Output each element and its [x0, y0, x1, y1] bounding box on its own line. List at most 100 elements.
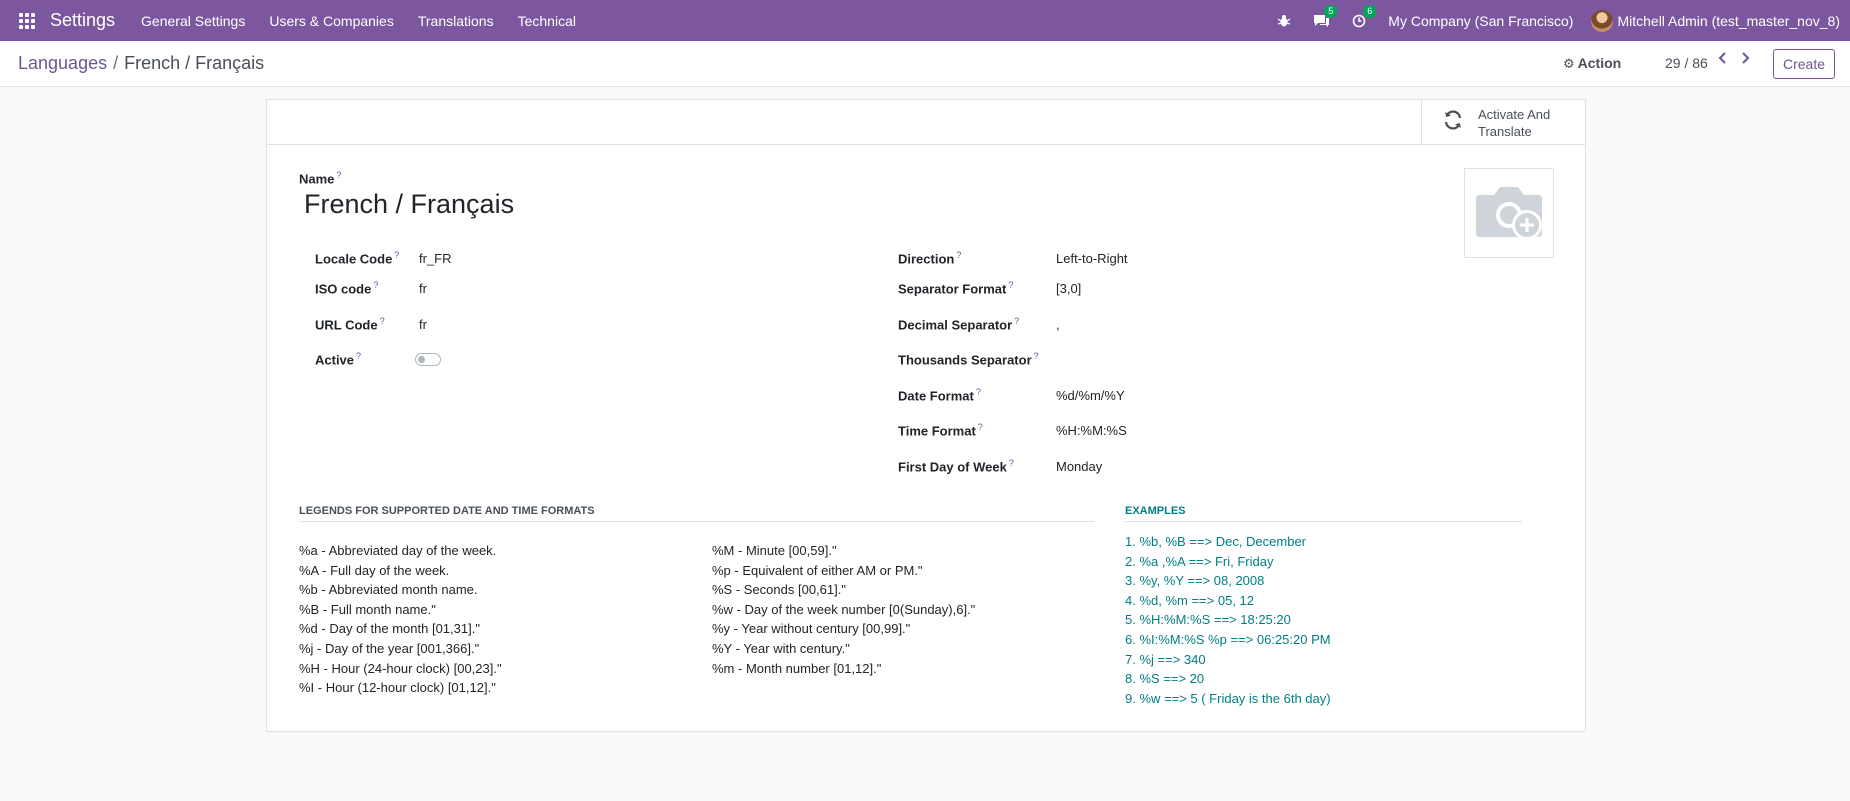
legend-item: %d - Day of the month [01,31]." [299, 621, 480, 637]
app-brand[interactable]: Settings [50, 10, 115, 31]
menu-technical[interactable]: Technical [518, 13, 576, 29]
examples-list: 1. %b, %B ==> Dec, December 2. %a ,%A ==… [1125, 532, 1331, 708]
control-panel: Languages / French / Français ⚙ Action 29 /… [0, 41, 1850, 87]
iso-code-label: ISO code? [315, 280, 379, 297]
direction-label: Direction? [898, 250, 962, 267]
breadcrumb-current: French / Français [124, 53, 265, 73]
pager-next-chevron-icon[interactable] [1736, 51, 1754, 67]
legend-item: %p - Equivalent of either AM or PM." [712, 562, 923, 578]
legend-item: %a - Abbreviated day of the week. [299, 543, 497, 558]
time-format-field[interactable]: %H:%M:%S [1056, 423, 1127, 438]
menu-translations[interactable]: Translations [418, 13, 494, 29]
example-item: 6. %I:%M:%S %p ==> 06:25:20 PM [1125, 631, 1331, 647]
legend-item: %j - Day of the year [001,366]." [299, 640, 480, 656]
messages-count-badge: 5 [1324, 4, 1338, 18]
create-button[interactable]: Create [1773, 49, 1835, 79]
date-format-label: Date Format? [898, 387, 981, 404]
help-tooltip-icon[interactable]: ? [394, 250, 399, 260]
activities-clock-icon[interactable]: 6 [1352, 4, 1377, 28]
user-menu[interactable]: Mitchell Admin (test_master_nov_8) [1617, 13, 1840, 29]
activities-count-badge: 6 [1363, 4, 1377, 18]
user-avatar[interactable] [1591, 9, 1614, 32]
example-item: 5. %H:%M:%S ==> 18:25:20 [1125, 612, 1291, 628]
example-item: 7. %j ==> 340 [1125, 651, 1206, 667]
legends-section-title: LEGENDS FOR SUPPORTED DATE AND TIME FORM… [299, 505, 1094, 522]
pager-value[interactable]: 29 / 86 [1665, 55, 1708, 71]
breadcrumb: Languages / French / Français [18, 53, 264, 74]
help-tooltip-icon[interactable]: ? [1008, 280, 1013, 290]
name-label: Name? [299, 170, 342, 187]
activate-label: Activate And Translate [1478, 106, 1550, 140]
help-tooltip-icon[interactable]: ? [1014, 316, 1019, 326]
example-item: 8. %S ==> 20 [1125, 671, 1205, 687]
iso-code-field[interactable]: fr [419, 281, 427, 296]
examples-section-title: EXAMPLES [1125, 505, 1522, 522]
legend-item: %A - Full day of the week. [299, 562, 450, 578]
form-statusbar: Activate And Translate [267, 100, 1585, 145]
legend-item: %S - Seconds [00,61]." [712, 582, 846, 598]
messages-chat-icon[interactable]: 5 [1313, 4, 1338, 28]
legend-item: %I - Hour (12-hour clock) [01,12]." [299, 680, 496, 696]
top-navbar: Settings General Settings Users & Compan… [0, 0, 1850, 41]
legend-item: %m - Month number [01,12]." [712, 660, 882, 676]
activate-and-translate-button[interactable]: Activate And Translate [1421, 100, 1585, 145]
help-tooltip-icon[interactable]: ? [373, 280, 378, 290]
legends-column-2: %M - Minute [00,59]." %p - Equivalent of… [712, 541, 975, 678]
gear-icon: ⚙ [1563, 56, 1575, 71]
first-day-of-week-select[interactable]: Monday [1056, 459, 1102, 474]
main-menu: General Settings Users & Companies Trans… [141, 13, 600, 29]
refresh-icon [1442, 109, 1464, 137]
legend-item: %y - Year without century [00,99]." [712, 621, 911, 637]
example-item: 2. %a ,%A ==> Fri, Friday [1125, 553, 1274, 569]
camera-plus-icon [1474, 181, 1544, 246]
separator-format-field[interactable]: [3,0] [1056, 281, 1081, 296]
time-format-label: Time Format? [898, 422, 983, 439]
action-menu-button[interactable]: ⚙ Action [1563, 55, 1621, 72]
action-label: Action [1577, 55, 1622, 71]
url-code-label: URL Code? [315, 316, 385, 333]
pager-previous-chevron-icon[interactable] [1714, 51, 1732, 67]
legend-item: %H - Hour (24-hour clock) [00,23]." [299, 660, 502, 676]
first-day-of-week-label: First Day of Week? [898, 458, 1014, 475]
legend-item: %M - Minute [00,59]." [712, 543, 837, 558]
direction-select[interactable]: Left-to-Right [1056, 251, 1128, 266]
example-item: 1. %b, %B ==> Dec, December [1125, 534, 1307, 549]
locale-code-label: Locale Code? [315, 250, 400, 267]
legends-column-1: %a - Abbreviated day of the week. %A - F… [299, 541, 502, 698]
breadcrumb-languages-link[interactable]: Languages [18, 53, 107, 73]
date-format-field[interactable]: %d/%m/%Y [1056, 388, 1125, 403]
locale-code-field[interactable]: fr_FR [419, 251, 452, 266]
navbar-systray: 5 6 My Company (San Francisco) Mitchell … [1277, 0, 1850, 41]
example-item: 3. %y, %Y ==> 08, 2008 [1125, 573, 1265, 589]
name-field[interactable]: French / Français [304, 189, 514, 220]
apps-grid-icon[interactable] [19, 12, 35, 29]
legend-item: %b - Abbreviated month name. [299, 582, 478, 598]
example-item: 9. %w ==> 5 ( Friday is the 6th day) [1125, 690, 1331, 706]
active-label: Active? [315, 351, 362, 368]
help-tooltip-icon[interactable]: ? [380, 316, 385, 326]
active-toggle[interactable] [415, 353, 441, 366]
activate-label-line2: Translate [1478, 123, 1532, 139]
menu-general-settings[interactable]: General Settings [141, 13, 245, 29]
example-item: 4. %d, %m ==> 05, 12 [1125, 592, 1254, 608]
breadcrumb-separator: / [113, 53, 119, 73]
thousands-separator-label: Thousands Separator? [898, 351, 1039, 368]
company-switcher[interactable]: My Company (San Francisco) [1388, 13, 1573, 29]
legend-item: %B - Full month name." [299, 601, 436, 617]
form-sheet: Activate And Translate Name? French / Fra… [266, 99, 1586, 732]
help-tooltip-icon[interactable]: ? [978, 422, 983, 432]
decimal-separator-field[interactable]: , [1056, 317, 1060, 332]
menu-users-companies[interactable]: Users & Companies [269, 13, 394, 29]
help-tooltip-icon[interactable]: ? [956, 250, 961, 260]
decimal-separator-label: Decimal Separator? [898, 316, 1020, 333]
help-tooltip-icon[interactable]: ? [356, 351, 361, 361]
debug-bug-icon[interactable] [1277, 14, 1291, 28]
separator-format-label: Separator Format? [898, 280, 1014, 297]
url-code-field[interactable]: fr [419, 317, 427, 332]
help-tooltip-icon[interactable]: ? [1009, 458, 1014, 468]
help-tooltip-icon[interactable]: ? [976, 387, 981, 397]
help-tooltip-icon[interactable]: ? [336, 170, 341, 180]
activate-label-line1: Activate And [1478, 106, 1551, 122]
image-upload-placeholder[interactable] [1464, 168, 1554, 258]
help-tooltip-icon[interactable]: ? [1034, 351, 1039, 361]
